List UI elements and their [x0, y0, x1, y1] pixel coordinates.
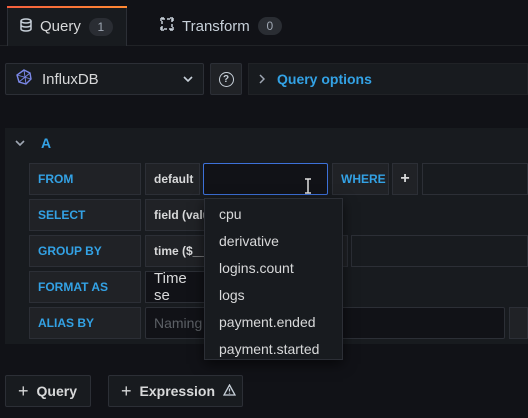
tab-transform[interactable]: Transform 0 — [148, 6, 288, 46]
transform-icon — [160, 17, 174, 35]
add-query-label: Query — [36, 383, 77, 399]
group-by-label: GROUP BY — [29, 235, 141, 267]
add-where-button[interactable]: + — [392, 163, 418, 195]
select-field-segment[interactable]: field (valu — [145, 199, 205, 231]
plus-icon: + — [18, 380, 29, 401]
warning-icon — [222, 383, 237, 399]
alias-by-label: ALIAS BY — [29, 307, 141, 339]
from-row-filler — [422, 163, 528, 195]
query-options-label: Query options — [277, 71, 372, 87]
tab-query[interactable]: Query 1 — [7, 6, 127, 46]
menu-item-payment-started[interactable]: payment.started — [205, 336, 342, 363]
database-icon — [20, 17, 32, 36]
from-label: FROM — [29, 163, 141, 195]
where-label: WHERE — [332, 163, 389, 195]
add-expression-label: Expression — [139, 383, 215, 399]
plus-icon: + — [121, 380, 132, 401]
chevron-down-icon — [183, 73, 193, 85]
menu-item-payment-ended[interactable]: payment.ended — [205, 309, 342, 336]
menu-item-derivative[interactable]: derivative — [205, 228, 342, 255]
group-by-filler — [351, 235, 528, 267]
select-label: SELECT — [29, 199, 141, 231]
datasource-help-button[interactable]: ? — [210, 63, 242, 95]
alias-by-filler — [509, 307, 528, 339]
query-options-toggle[interactable]: Query options — [248, 63, 528, 95]
chevron-right-icon — [259, 72, 266, 87]
collapse-chevron-icon[interactable] — [15, 137, 25, 149]
menu-item-logs[interactable]: logs — [205, 282, 342, 309]
tab-transform-count: 0 — [257, 17, 282, 35]
group-by-time-segment[interactable]: time ($__i — [145, 235, 205, 267]
measurement-dropdown: cpu derivative logins.count logs payment… — [204, 198, 343, 360]
format-as-select[interactable]: Time se — [145, 270, 205, 304]
tab-query-label: Query — [40, 18, 81, 35]
format-as-label: FORMAT AS — [29, 271, 141, 303]
query-row-header[interactable]: A — [5, 128, 528, 158]
add-expression-button[interactable]: + Expression — [108, 375, 243, 407]
influxdb-logo-icon — [16, 69, 32, 89]
tab-transform-label: Transform — [182, 17, 250, 35]
menu-item-cpu[interactable]: cpu — [205, 201, 342, 228]
add-query-button[interactable]: + Query — [5, 375, 91, 407]
menu-item-logins-count[interactable]: logins.count — [205, 255, 342, 282]
text-cursor-icon — [305, 178, 311, 194]
datasource-picker[interactable]: InfluxDB — [5, 63, 204, 95]
question-icon: ? — [218, 71, 234, 87]
query-ref-id[interactable]: A — [41, 135, 51, 151]
datasource-name: InfluxDB — [42, 70, 99, 88]
tab-query-count: 1 — [88, 17, 113, 36]
retention-policy-segment[interactable]: default — [145, 163, 200, 195]
